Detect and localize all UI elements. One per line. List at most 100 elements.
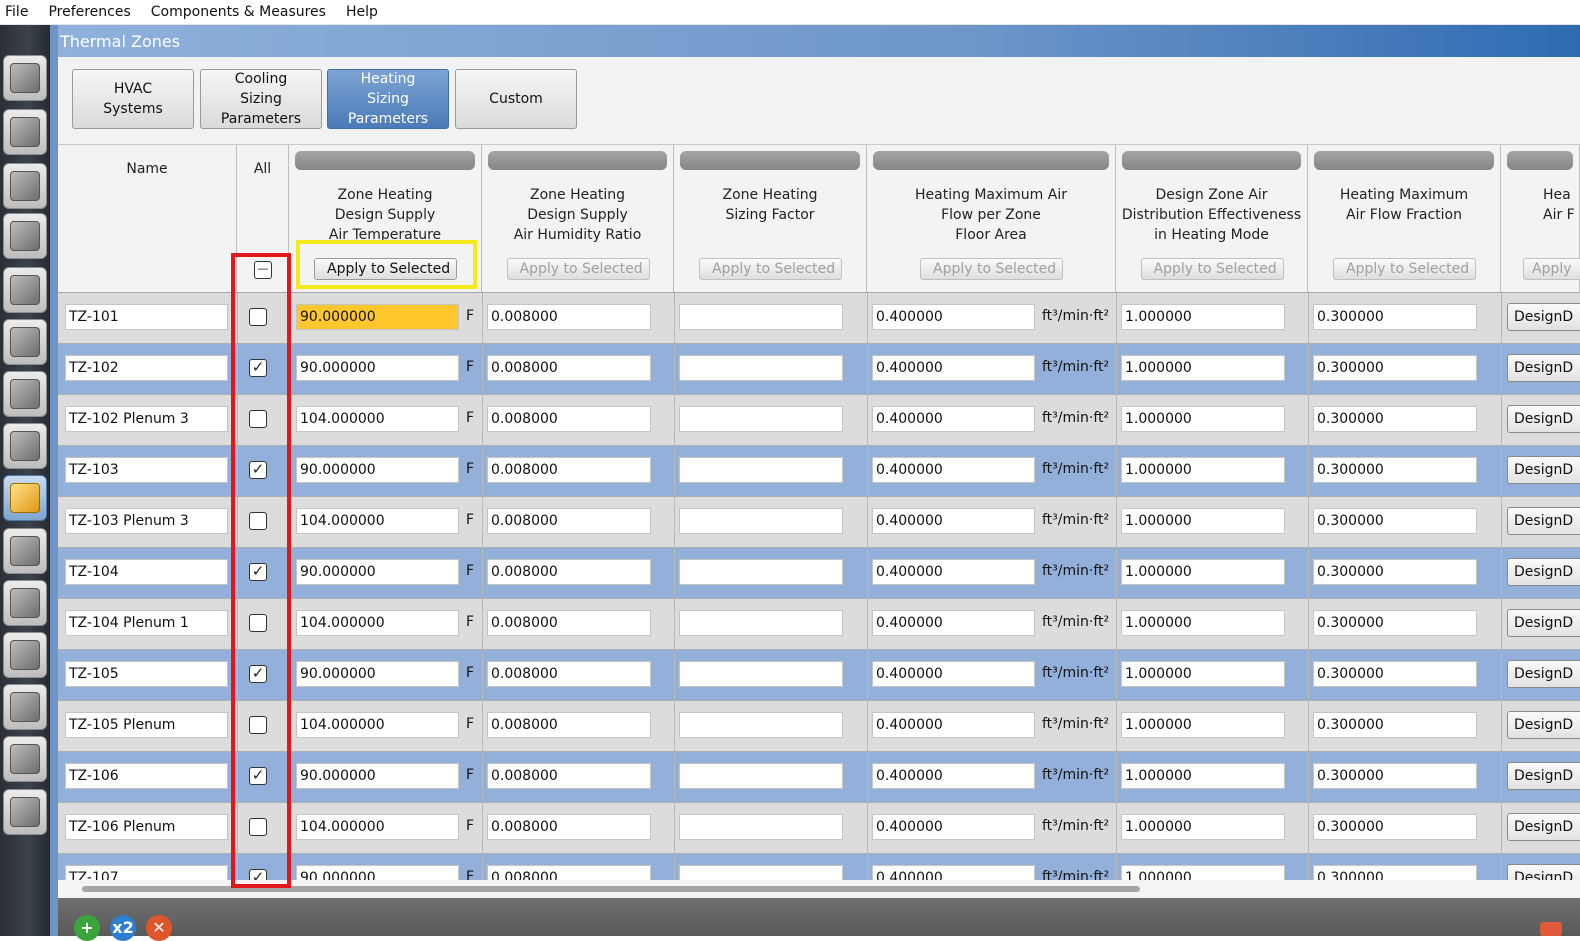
heating-sizing-factor-field[interactable] bbox=[679, 559, 843, 585]
heating-max-air-flow-field[interactable]: 0.400000 bbox=[872, 712, 1035, 738]
heating-max-air-flow-fraction-field[interactable]: 0.300000 bbox=[1313, 763, 1477, 789]
sidebar-button-thermal-zones[interactable] bbox=[3, 475, 47, 521]
heating-sizing-factor-field[interactable] bbox=[679, 304, 843, 330]
tab-custom[interactable]: Custom bbox=[455, 69, 577, 129]
heating-supply-air-temperature-field[interactable]: 104.000000 bbox=[296, 610, 459, 636]
heating-supply-humidity-ratio-field[interactable]: 0.008000 bbox=[487, 508, 651, 534]
design-specification-button[interactable]: DesignD bbox=[1507, 762, 1580, 790]
sidebar-button-constructions[interactable] bbox=[3, 163, 47, 209]
heating-max-air-flow-fraction-field[interactable]: 0.300000 bbox=[1313, 712, 1477, 738]
column-drag-bar[interactable] bbox=[488, 151, 667, 170]
heating-supply-humidity-ratio-field[interactable]: 0.008000 bbox=[487, 304, 651, 330]
menu-item-preferences[interactable]: Preferences bbox=[38, 1, 140, 23]
heating-supply-air-temperature-field[interactable]: 90.000000 bbox=[296, 457, 459, 483]
heating-max-air-flow-fraction-field[interactable]: 0.300000 bbox=[1313, 865, 1477, 880]
heating-max-air-flow-fraction-field[interactable]: 0.300000 bbox=[1313, 814, 1477, 840]
air-distribution-effectiveness-field[interactable]: 1.000000 bbox=[1121, 355, 1285, 381]
heating-max-air-flow-fraction-field[interactable]: 0.300000 bbox=[1313, 610, 1477, 636]
heating-supply-air-temperature-field[interactable]: 104.000000 bbox=[296, 508, 459, 534]
heating-supply-humidity-ratio-field[interactable]: 0.008000 bbox=[487, 814, 651, 840]
sidebar-button-loads[interactable] bbox=[3, 213, 47, 259]
zone-name-field[interactable]: TZ-105 Plenum bbox=[65, 712, 228, 738]
heating-supply-air-temperature-field[interactable]: 90.000000 bbox=[296, 559, 459, 585]
heating-supply-air-temperature-field[interactable]: 90.000000 bbox=[296, 661, 459, 687]
heating-supply-air-temperature-field[interactable]: 104.000000 bbox=[296, 814, 459, 840]
design-specification-button[interactable]: DesignD bbox=[1507, 660, 1580, 688]
heating-supply-humidity-ratio-field[interactable]: 0.008000 bbox=[487, 610, 651, 636]
sidebar-button-facility[interactable] bbox=[3, 371, 47, 417]
design-specification-button[interactable]: DesignD bbox=[1507, 456, 1580, 484]
sidebar-button-globe[interactable] bbox=[3, 55, 47, 101]
air-distribution-effectiveness-field[interactable]: 1.000000 bbox=[1121, 661, 1285, 687]
heating-supply-air-temperature-field[interactable]: 90.000000 bbox=[296, 355, 459, 381]
zone-name-field[interactable]: TZ-102 bbox=[65, 355, 228, 381]
tab-hvac-systems[interactable]: HVAC Systems bbox=[72, 69, 194, 129]
zone-name-field[interactable]: TZ-107 bbox=[65, 865, 228, 880]
heating-sizing-factor-field[interactable] bbox=[679, 763, 843, 789]
heating-max-air-flow-field[interactable]: 0.400000 bbox=[872, 355, 1035, 381]
zone-name-field[interactable]: TZ-102 Plenum 3 bbox=[65, 406, 228, 432]
heating-sizing-factor-field[interactable] bbox=[679, 661, 843, 687]
sidebar-button-calendar[interactable] bbox=[3, 109, 47, 155]
column-drag-bar[interactable] bbox=[680, 151, 860, 170]
zone-name-field[interactable]: TZ-105 bbox=[65, 661, 228, 687]
heating-supply-humidity-ratio-field[interactable]: 0.008000 bbox=[487, 457, 651, 483]
design-specification-button[interactable]: DesignD bbox=[1507, 813, 1580, 841]
heating-supply-humidity-ratio-field[interactable]: 0.008000 bbox=[487, 661, 651, 687]
tab-cooling-sizing-parameters[interactable]: Cooling Sizing Parameters bbox=[200, 69, 322, 129]
design-specification-button[interactable]: DesignD bbox=[1507, 558, 1580, 586]
design-specification-button[interactable]: DesignD bbox=[1507, 507, 1580, 535]
menu-item-help[interactable]: Help bbox=[336, 1, 388, 23]
air-distribution-effectiveness-field[interactable]: 1.000000 bbox=[1121, 763, 1285, 789]
heating-supply-air-temperature-field[interactable]: 90.000000 bbox=[296, 763, 459, 789]
heating-sizing-factor-field[interactable] bbox=[679, 355, 843, 381]
zone-name-field[interactable]: TZ-104 Plenum 1 bbox=[65, 610, 228, 636]
zone-name-field[interactable]: TZ-103 bbox=[65, 457, 228, 483]
heating-max-air-flow-field[interactable]: 0.400000 bbox=[872, 304, 1035, 330]
air-distribution-effectiveness-field[interactable]: 1.000000 bbox=[1121, 406, 1285, 432]
heating-max-air-flow-field[interactable]: 0.400000 bbox=[872, 610, 1035, 636]
column-drag-bar[interactable] bbox=[873, 151, 1109, 170]
heating-max-air-flow-field[interactable]: 0.400000 bbox=[872, 559, 1035, 585]
add-icon[interactable]: + bbox=[74, 915, 100, 941]
heating-max-air-flow-field[interactable]: 0.400000 bbox=[872, 406, 1035, 432]
heating-supply-humidity-ratio-field[interactable]: 0.008000 bbox=[487, 355, 651, 381]
air-distribution-effectiveness-field[interactable]: 1.000000 bbox=[1121, 457, 1285, 483]
column-drag-bar[interactable] bbox=[295, 151, 475, 170]
heating-supply-air-temperature-field[interactable]: 90.000000 bbox=[296, 865, 459, 880]
heating-sizing-factor-field[interactable] bbox=[679, 712, 843, 738]
zone-name-field[interactable]: TZ-104 bbox=[65, 559, 228, 585]
heating-max-air-flow-field[interactable]: 0.400000 bbox=[872, 865, 1035, 880]
heating-max-air-flow-field[interactable]: 0.400000 bbox=[872, 661, 1035, 687]
heating-max-air-flow-fraction-field[interactable]: 0.300000 bbox=[1313, 559, 1477, 585]
design-specification-button[interactable]: DesignD bbox=[1507, 354, 1580, 382]
sidebar-button-variables[interactable] bbox=[3, 580, 47, 626]
sidebar-button-scripts[interactable] bbox=[3, 684, 47, 730]
heating-supply-humidity-ratio-field[interactable]: 0.008000 bbox=[487, 406, 651, 432]
heating-supply-air-temperature-field[interactable]: 90.000000 bbox=[296, 304, 459, 330]
air-distribution-effectiveness-field[interactable]: 1.000000 bbox=[1121, 508, 1285, 534]
heating-max-air-flow-field[interactable]: 0.400000 bbox=[872, 508, 1035, 534]
zone-name-field[interactable]: TZ-106 Plenum bbox=[65, 814, 228, 840]
heating-max-air-flow-fraction-field[interactable]: 0.300000 bbox=[1313, 661, 1477, 687]
heating-max-air-flow-fraction-field[interactable]: 0.300000 bbox=[1313, 508, 1477, 534]
air-distribution-effectiveness-field[interactable]: 1.000000 bbox=[1121, 610, 1285, 636]
zone-name-field[interactable]: TZ-106 bbox=[65, 763, 228, 789]
design-specification-button[interactable]: DesignD bbox=[1507, 609, 1580, 637]
copy-icon[interactable]: x2 bbox=[110, 915, 136, 941]
design-specification-button[interactable]: DesignD bbox=[1507, 864, 1580, 880]
heating-supply-humidity-ratio-field[interactable]: 0.008000 bbox=[487, 865, 651, 880]
design-specification-button[interactable]: DesignD bbox=[1507, 303, 1580, 331]
heating-sizing-factor-field[interactable] bbox=[679, 508, 843, 534]
heating-supply-humidity-ratio-field[interactable]: 0.008000 bbox=[487, 712, 651, 738]
heating-max-air-flow-fraction-field[interactable]: 0.300000 bbox=[1313, 355, 1477, 381]
heating-sizing-factor-field[interactable] bbox=[679, 865, 843, 880]
heating-supply-air-temperature-field[interactable]: 104.000000 bbox=[296, 406, 459, 432]
column-drag-bar[interactable] bbox=[1122, 151, 1301, 170]
sidebar-button-simulation-settings[interactable] bbox=[3, 632, 47, 678]
design-specification-button[interactable]: DesignD bbox=[1507, 711, 1580, 739]
heating-max-air-flow-fraction-field[interactable]: 0.300000 bbox=[1313, 457, 1477, 483]
heating-max-air-flow-field[interactable]: 0.400000 bbox=[872, 457, 1035, 483]
heating-max-air-flow-fraction-field[interactable]: 0.300000 bbox=[1313, 406, 1477, 432]
heating-max-air-flow-field[interactable]: 0.400000 bbox=[872, 814, 1035, 840]
